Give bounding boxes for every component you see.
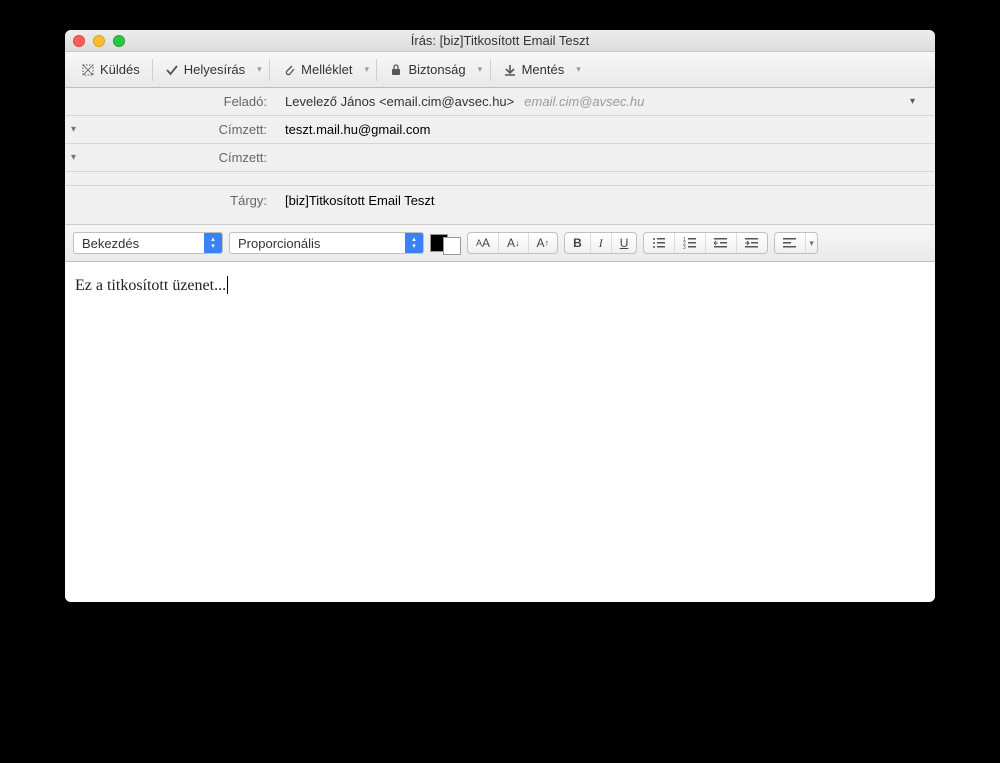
save-button[interactable]: Mentés [495, 58, 573, 81]
window-title: Írás: [biz]Titkosított Email Teszt [65, 33, 935, 48]
to-label: Címzett: [219, 122, 267, 137]
subject-row: Tárgy: [65, 186, 935, 214]
background-swatch [443, 237, 461, 255]
minimize-icon[interactable] [93, 35, 105, 47]
from-hint: email.cim@avsec.hu [524, 94, 644, 109]
paragraph-select[interactable]: Bekezdés ▴▾ [73, 232, 223, 254]
close-icon[interactable] [73, 35, 85, 47]
color-picker[interactable] [430, 231, 461, 255]
align-left-button[interactable] [775, 233, 806, 253]
to2-label: Címzett: [219, 150, 267, 165]
from-select[interactable]: Levelező János <email.cim@avsec.hu> emai… [275, 94, 935, 109]
svg-text:3: 3 [683, 245, 686, 249]
toolbar-separator [152, 59, 153, 81]
align-group: ▾ [774, 232, 818, 254]
stepper-icon: ▴▾ [405, 233, 423, 253]
indent-button[interactable] [737, 233, 767, 253]
font-select[interactable]: Proporcionális ▴▾ [229, 232, 424, 254]
outdent-button[interactable] [706, 233, 737, 253]
from-label: Feladó: [224, 94, 267, 109]
stepper-icon: ▴▾ [204, 233, 222, 253]
security-dropdown[interactable]: ▾ [476, 64, 486, 75]
decrease-size-button[interactable]: AA [468, 233, 499, 253]
send-label: Küldés [100, 62, 140, 77]
spellcheck-dropdown[interactable]: ▾ [255, 64, 265, 75]
text-cursor [227, 276, 228, 294]
window-controls [73, 35, 125, 47]
format-toolbar: Bekezdés ▴▾ Proporcionális ▴▾ AA A↓ A↑ B… [65, 225, 935, 262]
header-spacer [65, 172, 935, 186]
align-dropdown[interactable]: ▾ [806, 233, 817, 253]
attach-dropdown[interactable]: ▾ [362, 64, 372, 75]
security-button[interactable]: Biztonság [381, 58, 473, 81]
to-field[interactable] [285, 122, 925, 137]
lock-icon [389, 63, 403, 77]
bullet-list-button[interactable] [644, 233, 675, 253]
send-button[interactable]: Küldés [73, 58, 148, 81]
save-dropdown[interactable]: ▾ [574, 64, 584, 75]
toolbar-separator [490, 59, 491, 81]
main-toolbar: Küldés Helyesírás ▾ Melléklet ▾ Biztonsá… [65, 52, 935, 88]
security-label: Biztonság [408, 62, 465, 77]
toolbar-separator [269, 59, 270, 81]
from-value: Levelező János <email.cim@avsec.hu> [285, 94, 514, 109]
list-indent-group: 123 [643, 232, 768, 254]
field-picker-icon[interactable]: ▾ [65, 152, 79, 163]
text-style-group: B I U [564, 232, 637, 254]
underline-button[interactable]: U [612, 233, 637, 253]
toolbar-separator [376, 59, 377, 81]
from-row: Feladó: Levelező János <email.cim@avsec.… [65, 88, 935, 116]
font-value: Proporcionális [230, 236, 328, 251]
attach-button[interactable]: Melléklet [274, 58, 360, 81]
to2-field[interactable] [285, 150, 925, 165]
save-label: Mentés [522, 62, 565, 77]
increase-size-button[interactable]: A↑ [529, 233, 558, 253]
attach-label: Melléklet [301, 62, 352, 77]
message-headers: Feladó: Levelező János <email.cim@avsec.… [65, 88, 935, 225]
spellcheck-label: Helyesírás [184, 62, 245, 77]
message-body[interactable]: Ez a titkosított üzenet... [65, 262, 935, 602]
maximize-icon[interactable] [113, 35, 125, 47]
decrease-size2-button[interactable]: A↓ [499, 233, 529, 253]
subject-field[interactable] [285, 193, 925, 208]
to-row: ▾ Címzett: [65, 116, 935, 144]
field-picker-icon[interactable]: ▾ [65, 124, 79, 135]
compose-window: Írás: [biz]Titkosított Email Teszt Küldé… [65, 30, 935, 602]
body-text: Ez a titkosított üzenet... [75, 277, 226, 294]
font-size-group: AA A↓ A↑ [467, 232, 558, 254]
number-list-button[interactable]: 123 [675, 233, 706, 253]
bold-button[interactable]: B [565, 233, 591, 253]
paperclip-icon [282, 63, 296, 77]
to2-row: ▾ Címzett: [65, 144, 935, 172]
spellcheck-button[interactable]: Helyesírás [157, 58, 253, 81]
titlebar: Írás: [biz]Titkosított Email Teszt [65, 30, 935, 52]
check-icon [165, 63, 179, 77]
subject-label: Tárgy: [230, 193, 267, 208]
download-icon [503, 63, 517, 77]
paragraph-value: Bekezdés [74, 236, 147, 251]
italic-button[interactable]: I [591, 233, 612, 253]
send-icon [81, 63, 95, 77]
chevron-down-icon: ▾ [910, 96, 925, 107]
